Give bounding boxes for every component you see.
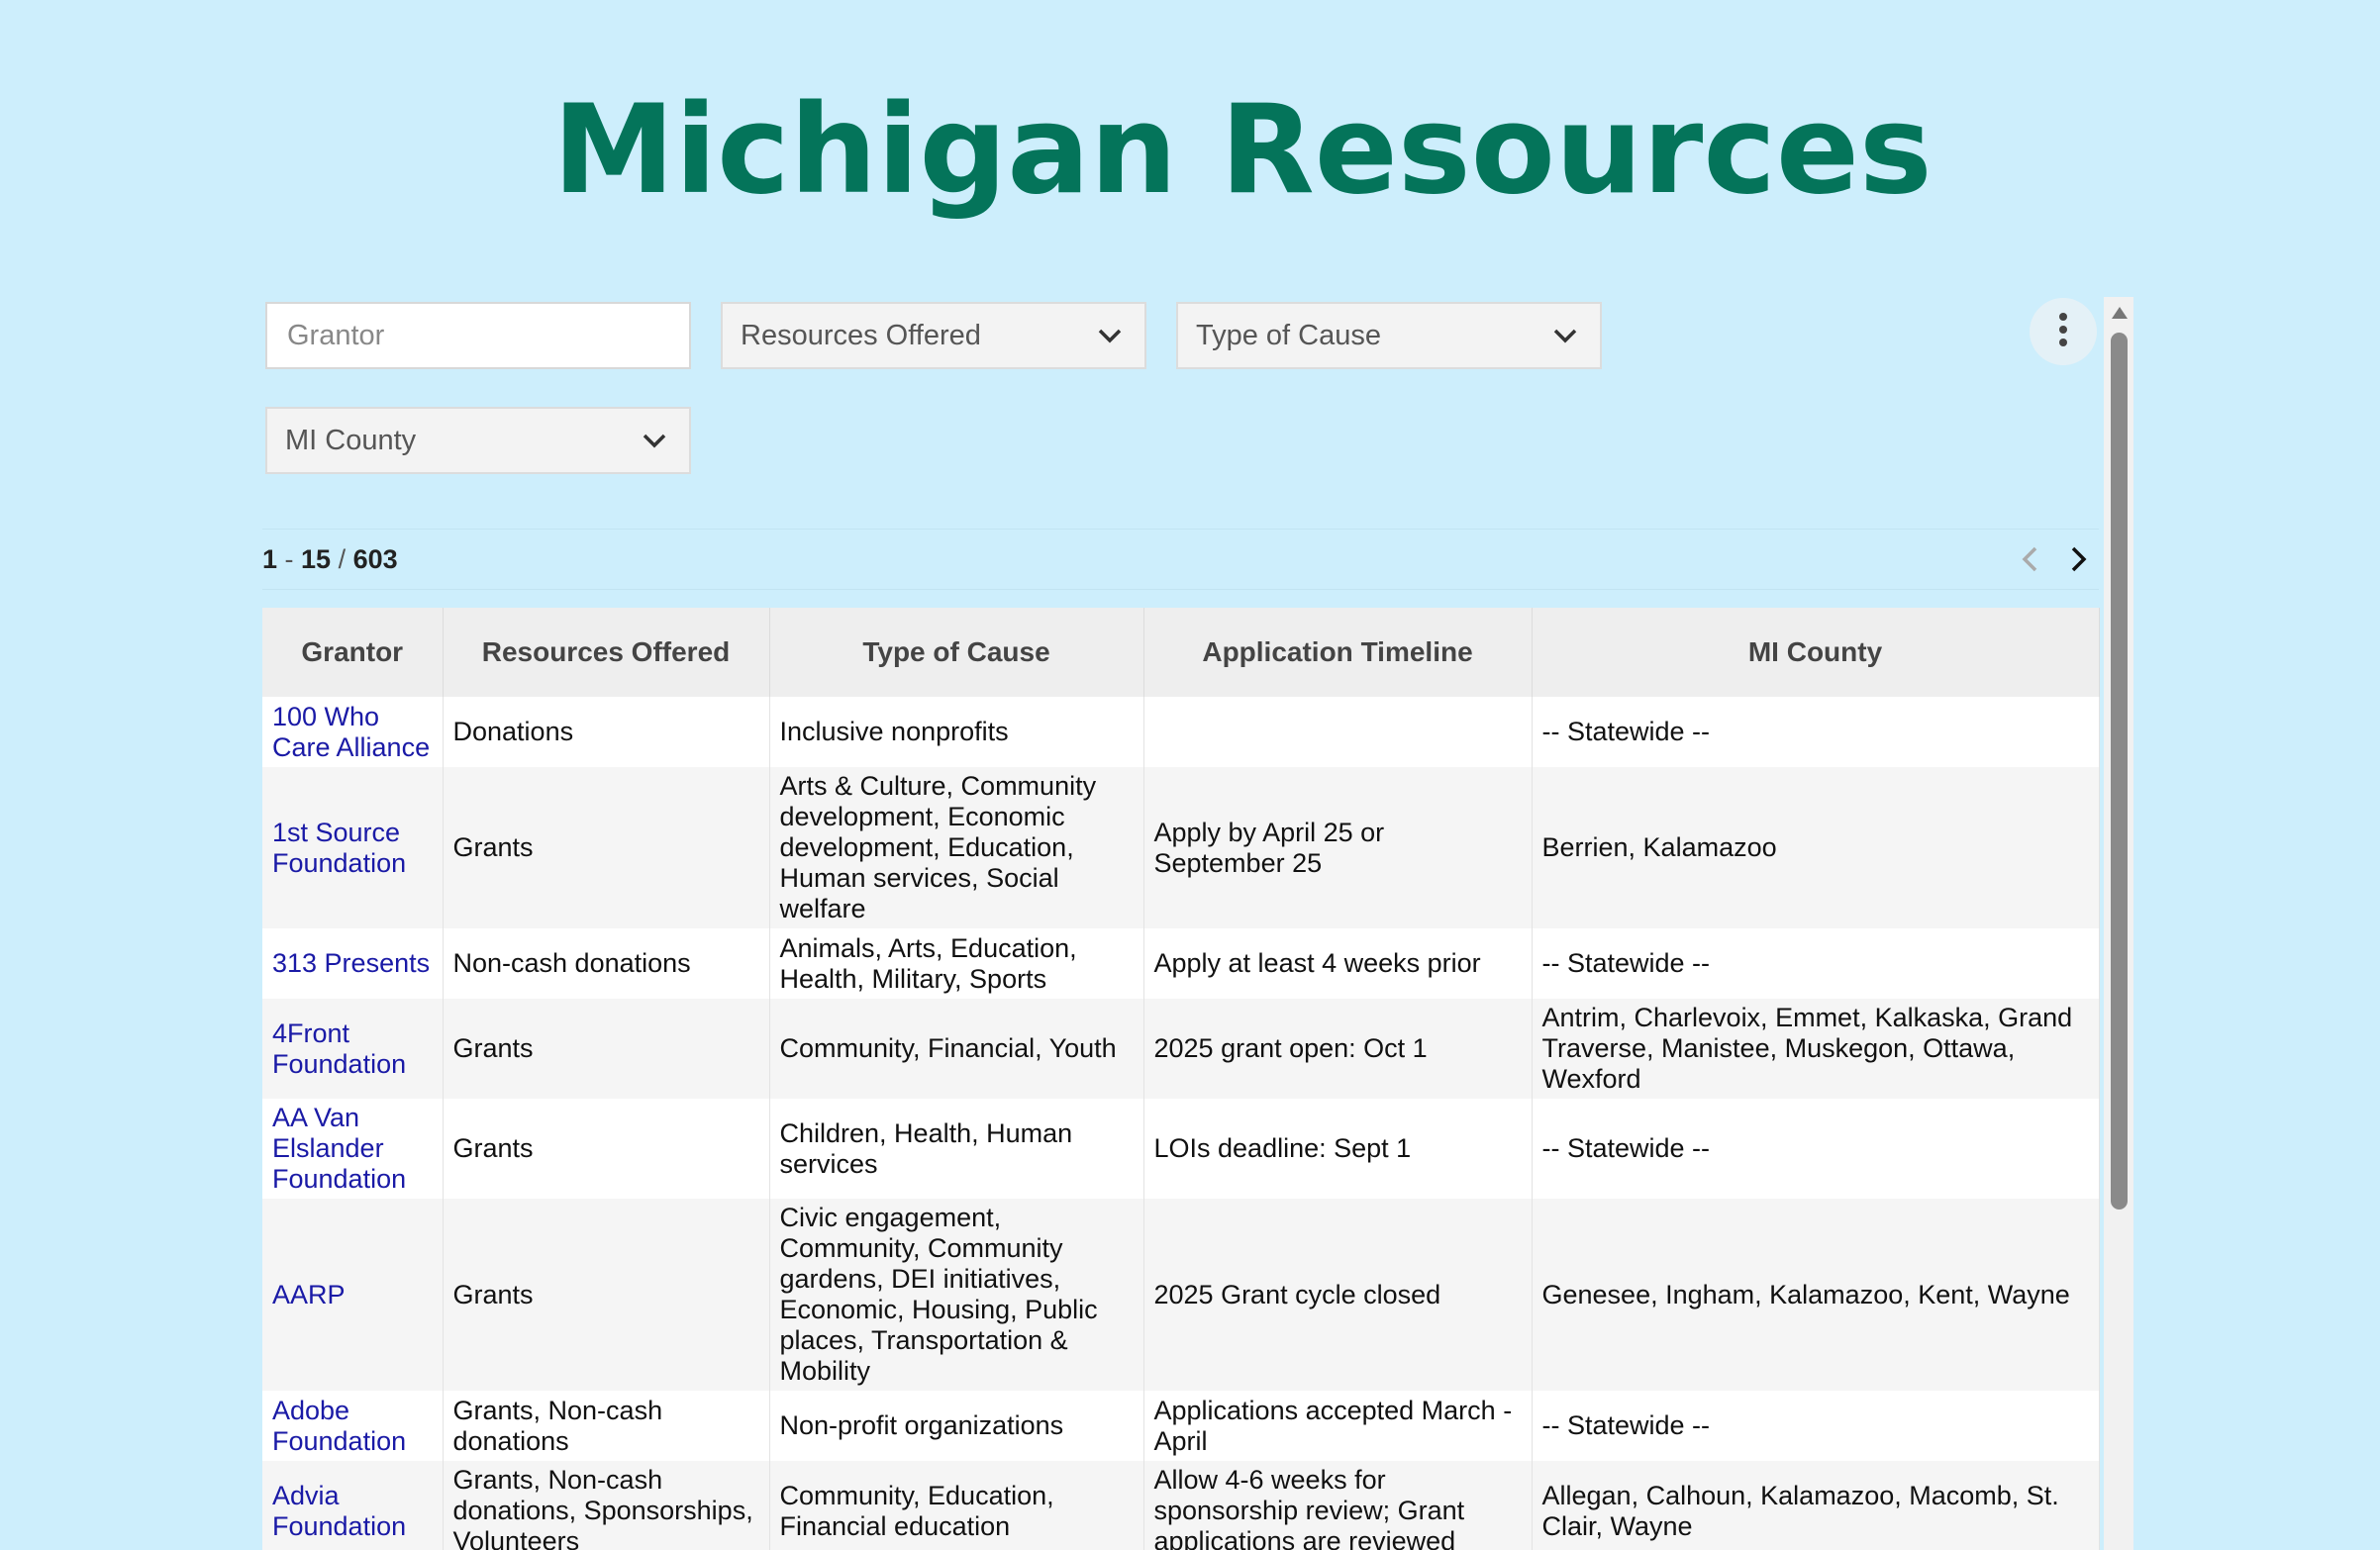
cell-grantor: Adobe Foundation: [262, 1391, 444, 1461]
cell-grantor: 1st Source Foundation: [262, 767, 444, 928]
cell-application-timeline: Apply at least 4 weeks prior: [1143, 928, 1533, 999]
table-row: 4Front Foundation Grants Community, Fina…: [262, 999, 2100, 1099]
grantor-filter[interactable]: [265, 302, 691, 369]
resources-offered-dropdown[interactable]: Resources Offered: [721, 302, 1146, 369]
table-row: 1st Source Foundation Grants Arts & Cult…: [262, 767, 2100, 928]
grantor-link[interactable]: 313 Presents: [272, 948, 430, 978]
grantor-search-input[interactable]: [285, 318, 671, 353]
cell-grantor: 4Front Foundation: [262, 999, 444, 1099]
cell-grantor: 100 Who Care Alliance: [262, 697, 444, 767]
chevron-left-icon: [2022, 546, 2037, 572]
cell-mi-county: -- Statewide --: [1532, 1391, 2100, 1461]
column-header-mi-county[interactable]: MI County: [1532, 608, 2100, 697]
pagination-range: 1 - 15 / 603: [262, 543, 398, 574]
cell-application-timeline: [1143, 697, 1533, 767]
table-row: Adobe Foundation Grants, Non-cash donati…: [262, 1391, 2100, 1461]
cell-type-of-cause: Inclusive nonprofits: [769, 697, 1144, 767]
cell-resources-offered: Donations: [443, 697, 770, 767]
mi-county-dropdown[interactable]: MI County: [265, 407, 691, 474]
cell-application-timeline: Applications accepted March - April: [1143, 1391, 1533, 1461]
cell-application-timeline: LOIs deadline: Sept 1: [1143, 1099, 1533, 1199]
cell-mi-county: -- Statewide --: [1532, 928, 2100, 999]
type-of-cause-dropdown-label: Type of Cause: [1196, 319, 1381, 351]
cell-resources-offered: Grants, Non-cash donations, Sponsorships…: [443, 1461, 770, 1550]
resources-table: Grantor Resources Offered Type of Cause …: [262, 608, 2100, 1550]
cell-type-of-cause: Arts & Culture, Community development, E…: [769, 767, 1144, 928]
cell-type-of-cause: Community, Financial, Youth: [769, 999, 1144, 1099]
cell-resources-offered: Grants: [443, 999, 770, 1099]
type-of-cause-dropdown[interactable]: Type of Cause: [1176, 302, 1602, 369]
cell-grantor: AARP: [262, 1199, 444, 1391]
mi-county-dropdown-label: MI County: [285, 424, 417, 456]
pagination-nav: [2010, 539, 2099, 579]
report-panel: Resources Offered Type of Cause MI Count…: [262, 297, 2133, 1550]
cell-resources-offered: Grants, Non-cash donations: [443, 1391, 770, 1461]
cell-resources-offered: Grants: [443, 1099, 770, 1199]
cell-application-timeline: 2025 Grant cycle closed: [1143, 1199, 1533, 1391]
table-row: 313 Presents Non-cash donations Animals,…: [262, 928, 2100, 999]
cell-resources-offered: Grants: [443, 1199, 770, 1391]
table-row: Advia Foundation Grants, Non-cash donati…: [262, 1461, 2100, 1550]
cell-mi-county: -- Statewide --: [1532, 1099, 2100, 1199]
cell-application-timeline: Apply by April 25 or September 25: [1143, 767, 1533, 928]
grantor-link[interactable]: Advia Foundation: [272, 1481, 406, 1541]
cell-application-timeline: 2025 grant open: Oct 1: [1143, 999, 1533, 1099]
more-vertical-icon: [2058, 312, 2068, 352]
grantor-link[interactable]: 100 Who Care Alliance: [272, 702, 430, 762]
cell-type-of-cause: Non-profit organizations: [769, 1391, 1144, 1461]
table-header-row: Grantor Resources Offered Type of Cause …: [262, 608, 2100, 697]
page: Michigan Resources Resources Offered Typ…: [0, 0, 2380, 1550]
pagination-bar: 1 - 15 / 603: [262, 529, 2099, 590]
column-header-type-of-cause[interactable]: Type of Cause: [769, 608, 1144, 697]
chevron-down-icon: [1548, 319, 1582, 352]
cell-type-of-cause: Animals, Arts, Education, Health, Milita…: [769, 928, 1144, 999]
cell-resources-offered: Grants: [443, 767, 770, 928]
column-header-application-timeline[interactable]: Application Timeline: [1143, 608, 1533, 697]
cell-mi-county: Allegan, Calhoun, Kalamazoo, Macomb, St.…: [1532, 1461, 2100, 1550]
grantor-link[interactable]: 1st Source Foundation: [272, 818, 406, 878]
table-row: 100 Who Care Alliance Donations Inclusiv…: [262, 697, 2100, 767]
cell-mi-county: -- Statewide --: [1532, 697, 2100, 767]
scroll-up-arrow-icon[interactable]: [2104, 301, 2133, 325]
range-end: 15: [301, 543, 332, 574]
previous-page-button[interactable]: [2010, 539, 2049, 579]
cell-type-of-cause: Children, Health, Human services: [769, 1099, 1144, 1199]
chevron-right-icon: [2071, 546, 2087, 572]
next-page-button[interactable]: [2059, 539, 2099, 579]
cell-resources-offered: Non-cash donations: [443, 928, 770, 999]
table-row: AARP Grants Civic engagement, Community,…: [262, 1199, 2100, 1391]
cell-type-of-cause: Community, Education, Financial educatio…: [769, 1461, 1144, 1550]
range-total: 603: [352, 543, 398, 574]
cell-mi-county: Genesee, Ingham, Kalamazoo, Kent, Wayne: [1532, 1199, 2100, 1391]
chevron-down-icon: [1093, 319, 1127, 352]
page-title: Michigan Resources: [552, 79, 1933, 222]
grantor-link[interactable]: Adobe Foundation: [272, 1396, 406, 1456]
cell-mi-county: Berrien, Kalamazoo: [1532, 767, 2100, 928]
vertical-scrollbar[interactable]: [2104, 297, 2133, 1550]
more-options-button[interactable]: [2030, 298, 2097, 365]
cell-type-of-cause: Civic engagement, Community, Community g…: [769, 1199, 1144, 1391]
resources-offered-dropdown-label: Resources Offered: [741, 319, 981, 351]
cell-grantor: AA Van Elslander Foundation: [262, 1099, 444, 1199]
scrollbar-thumb[interactable]: [2111, 333, 2128, 1210]
cell-grantor: 313 Presents: [262, 928, 444, 999]
cell-grantor: Advia Foundation: [262, 1461, 444, 1550]
chevron-down-icon: [638, 424, 671, 457]
range-start: 1: [262, 543, 278, 574]
column-header-grantor[interactable]: Grantor: [262, 608, 444, 697]
column-header-resources-offered[interactable]: Resources Offered: [443, 608, 770, 697]
cell-mi-county: Antrim, Charlevoix, Emmet, Kalkaska, Gra…: [1532, 999, 2100, 1099]
grantor-link[interactable]: AARP: [272, 1280, 346, 1309]
grantor-link[interactable]: 4Front Foundation: [272, 1018, 406, 1079]
cell-application-timeline: Allow 4-6 weeks for sponsorship review; …: [1143, 1461, 1533, 1550]
grantor-link[interactable]: AA Van Elslander Foundation: [272, 1103, 406, 1194]
table-row: AA Van Elslander Foundation Grants Child…: [262, 1099, 2100, 1199]
